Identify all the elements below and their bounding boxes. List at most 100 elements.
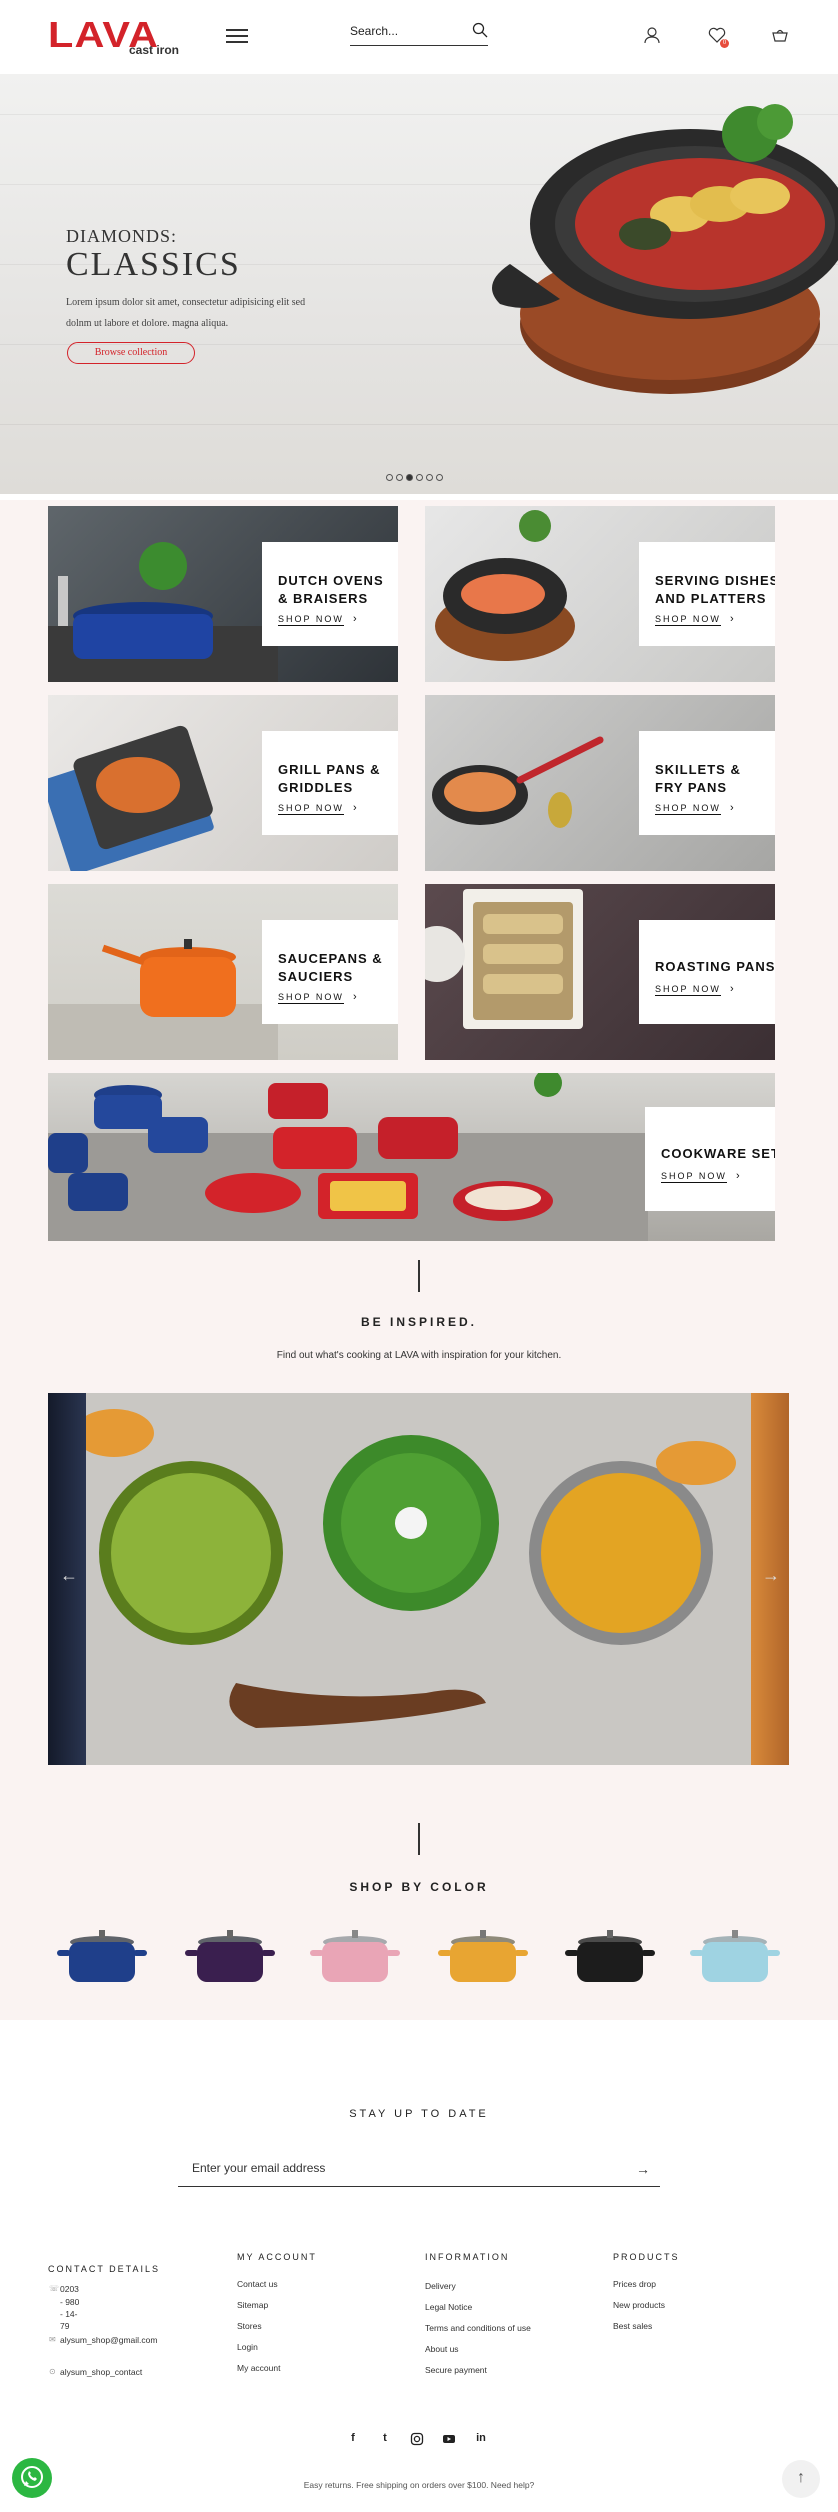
footer-link[interactable]: Prices drop (613, 2279, 656, 2289)
chevron-right-icon: › (730, 802, 734, 814)
footer-information-title: INFORMATION (425, 2252, 510, 2262)
chevron-right-icon: › (730, 613, 734, 625)
section-divider (418, 1823, 420, 1855)
footer-copyright: Easy returns. Free shipping on orders ov… (303, 2480, 535, 2490)
cart-icon[interactable] (771, 26, 789, 44)
section-divider (418, 1260, 420, 1292)
shop-by-color-title: SHOP BY COLOR (349, 1880, 489, 1894)
footer-link[interactable]: Contact us (237, 2279, 278, 2289)
footer-link[interactable]: New products (613, 2300, 665, 2310)
footer-link[interactable]: Sitemap (237, 2300, 268, 2310)
contact-phone-line: - 980 (60, 2297, 80, 2307)
footer-link[interactable]: About us (425, 2344, 459, 2354)
category-title: DUTCH OVENS & BRAISERS (278, 573, 384, 606)
slider-dot[interactable] (426, 474, 433, 481)
search-placeholder: Search... (350, 24, 399, 38)
search-input[interactable]: Search... (350, 22, 488, 46)
arrow-right-icon[interactable]: → (636, 2161, 650, 2177)
footer-account-title: MY ACCOUNT (237, 2252, 317, 2262)
category-card-roasting-pans[interactable]: ROASTING PANS SHOP NOW › (425, 884, 775, 1060)
color-swatch-pink[interactable] (310, 1926, 400, 1992)
category-card-grill-pans[interactable]: GRILL PANS & GRIDDLES SHOP NOW › (48, 695, 398, 871)
footer-link[interactable]: Legal Notice (425, 2302, 472, 2312)
category-card-serving-dishes[interactable]: SERVING DISHES AND PLATTERS SHOP NOW › (425, 506, 775, 682)
search-icon[interactable] (472, 22, 488, 38)
shop-now-link[interactable]: SHOP NOW (655, 614, 721, 626)
shop-now-link[interactable]: SHOP NOW (278, 803, 344, 815)
arrow-right-icon[interactable]: → (762, 1565, 780, 1586)
newsletter-title: STAY UP TO DATE (349, 2108, 489, 2120)
newsletter-placeholder: Enter your email address (192, 2161, 326, 2175)
category-card-dutch-ovens[interactable]: DUTCH OVENS & BRAISERS SHOP NOW › (48, 506, 398, 682)
user-icon[interactable] (643, 26, 661, 44)
shop-now-link[interactable]: SHOP NOW (661, 1171, 727, 1183)
slider-dots (386, 474, 456, 482)
chevron-right-icon: › (730, 983, 734, 995)
facebook-icon[interactable]: f (346, 2432, 360, 2446)
hero-title: CLASSICS (66, 246, 241, 283)
arrow-left-icon[interactable]: ← (60, 1565, 78, 1586)
shop-now-link[interactable]: SHOP NOW (278, 614, 344, 626)
hero-subtitle: DIAMONDS: (66, 226, 178, 246)
color-swatch-purple[interactable] (185, 1926, 275, 1992)
footer-link[interactable]: My account (237, 2363, 280, 2373)
inspired-title: BE INSPIRED. (360, 1315, 477, 1329)
slider-dot[interactable] (416, 474, 423, 481)
category-label: GRILL PANS & GRIDDLES SHOP NOW › (262, 731, 398, 835)
inspiration-carousel: ← → (48, 1393, 789, 1765)
newsletter-email-input[interactable]: Enter your email address → (178, 2155, 660, 2187)
category-card-cookware-sets[interactable]: COOKWARE SETS SHOP NOW › (48, 1073, 775, 1241)
chevron-right-icon: › (353, 991, 357, 1003)
instagram-icon[interactable] (410, 2432, 424, 2446)
color-swatch-blue[interactable] (57, 1926, 147, 1992)
footer-link[interactable]: Terms and conditions of use (425, 2323, 531, 2333)
chevron-right-icon: › (353, 613, 357, 625)
color-swatch-black[interactable] (565, 1926, 655, 1992)
slider-dot[interactable] (436, 474, 443, 481)
category-title: SKILLETS & FRY PANS (655, 762, 741, 795)
slider-dot[interactable] (396, 474, 403, 481)
grill-pan-image (48, 725, 214, 871)
contact-email[interactable]: alysum_shop@gmail.com (60, 2335, 157, 2345)
contact-skype[interactable]: alysum_shop_contact (60, 2367, 142, 2377)
phone-icon: ☏ (49, 2284, 60, 2293)
dutch-oven-image (48, 542, 278, 682)
roasting-pan-image (425, 889, 583, 1029)
browse-collection-button[interactable]: Browse collection (67, 342, 195, 364)
back-to-top-button[interactable]: ↑ (782, 2460, 820, 2498)
menu-icon[interactable] (226, 29, 248, 43)
footer-link[interactable]: Delivery (425, 2281, 456, 2291)
wishlist-count-badge: 0 (720, 39, 729, 48)
linkedin-icon[interactable]: in (474, 2432, 488, 2446)
shop-now-link[interactable]: SHOP NOW (278, 992, 344, 1004)
color-swatch-light-blue[interactable] (690, 1926, 780, 1992)
slider-dot-active[interactable] (406, 474, 413, 481)
category-label: SKILLETS & FRY PANS SHOP NOW › (639, 731, 775, 835)
category-card-saucepans[interactable]: SAUCEPANS & SAUCIERS SHOP NOW › (48, 884, 398, 1060)
footer-link[interactable]: Stores (237, 2321, 262, 2331)
footer-link[interactable]: Secure payment (425, 2365, 487, 2375)
category-label: SAUCEPANS & SAUCIERS SHOP NOW › (262, 920, 398, 1024)
hero-description: Lorem ipsum dolor sit amet, consectetur … (66, 297, 306, 329)
footer-link[interactable]: Login (237, 2342, 258, 2352)
brand-logo[interactable]: LAVA cast iron (48, 14, 188, 60)
shop-now-link[interactable]: SHOP NOW (655, 803, 721, 815)
category-title: GRILL PANS & GRIDDLES (278, 762, 381, 795)
site-header: LAVA cast iron Search... 0 (0, 0, 838, 74)
logo-subtitle: cast iron (129, 43, 180, 57)
cookware-set-image (48, 1073, 648, 1241)
category-label: ROASTING PANS SHOP NOW › (639, 920, 775, 1024)
category-label: DUTCH OVENS & BRAISERS SHOP NOW › (262, 542, 398, 646)
youtube-icon[interactable] (442, 2432, 456, 2446)
whatsapp-icon[interactable] (12, 2458, 52, 2498)
slider-dot[interactable] (386, 474, 393, 481)
twitter-icon[interactable]: t (378, 2432, 392, 2446)
shop-now-link[interactable]: SHOP NOW (655, 984, 721, 996)
serving-dish-image (435, 510, 575, 661)
color-swatch-yellow[interactable] (438, 1926, 528, 1992)
footer-link[interactable]: Best sales (613, 2321, 652, 2331)
footer-products-title: PRODUCTS (613, 2252, 680, 2262)
category-card-skillets[interactable]: SKILLETS & FRY PANS SHOP NOW › (425, 695, 775, 871)
contact-phone-line: - 14- (60, 2309, 78, 2319)
chevron-right-icon: › (353, 802, 357, 814)
